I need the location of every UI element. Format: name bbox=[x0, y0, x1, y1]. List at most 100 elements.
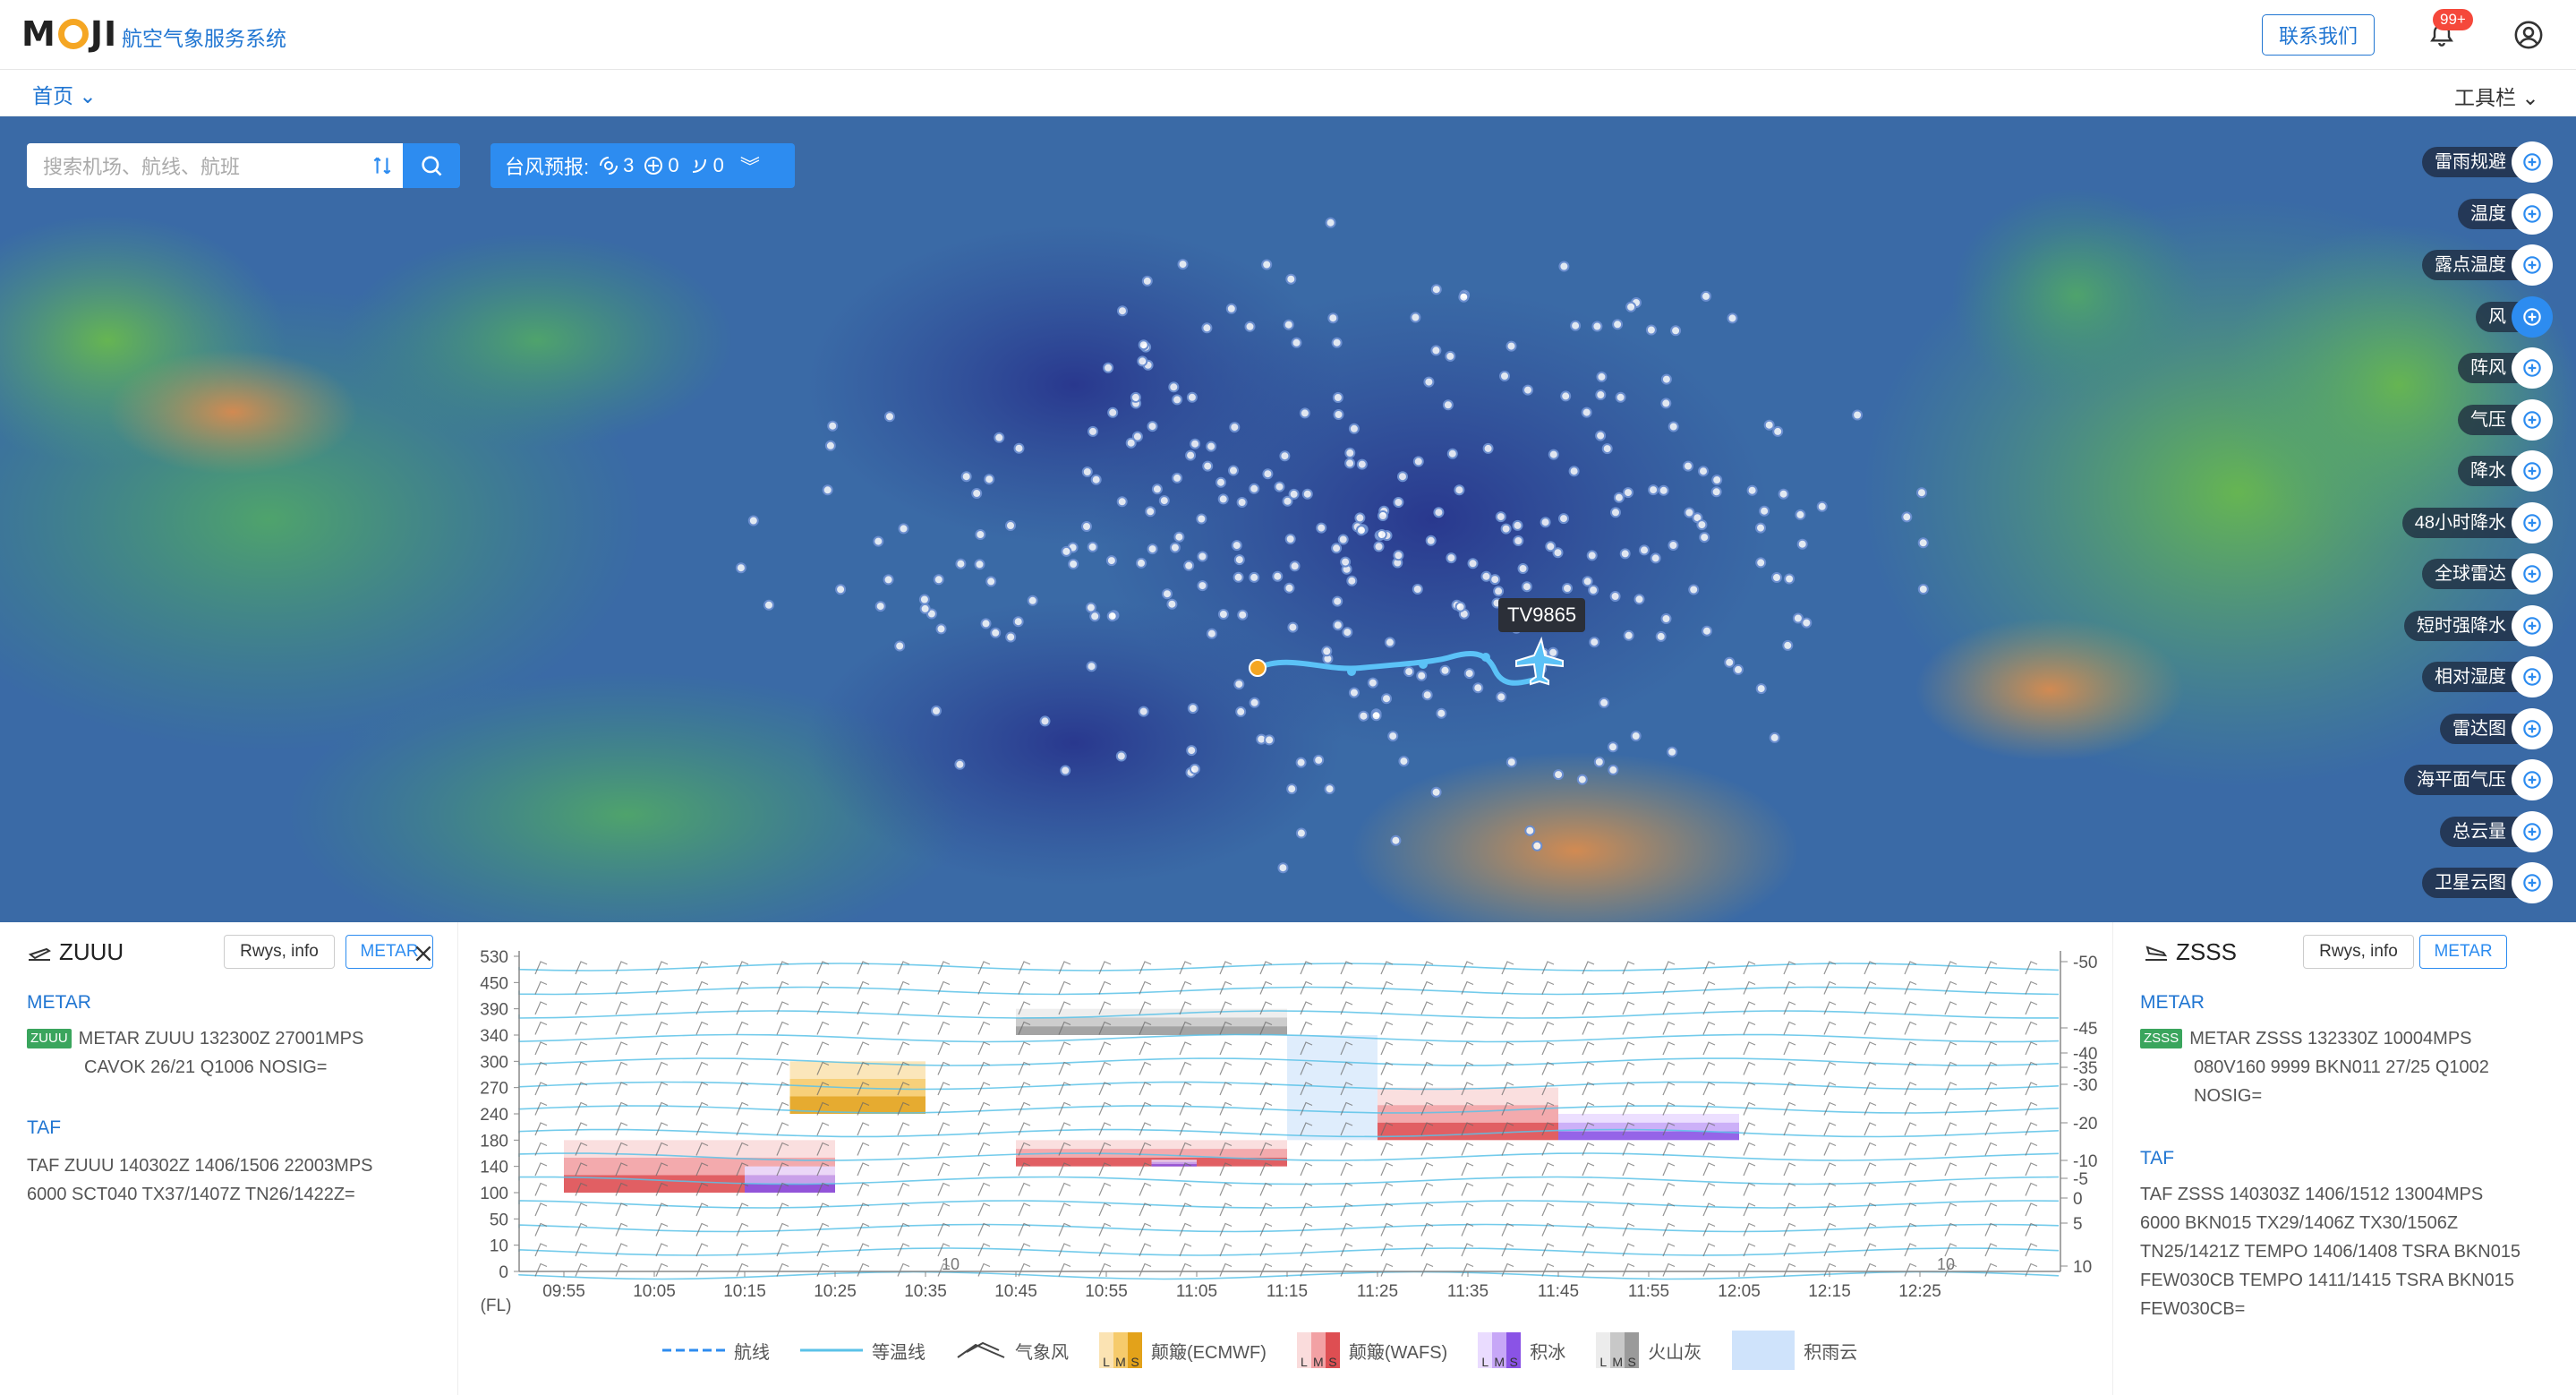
wind-barb bbox=[1461, 1182, 1474, 1196]
nav-home-tab[interactable]: 首页 ⌄ bbox=[32, 79, 97, 119]
layer-humidity[interactable]: 相对湿度 bbox=[2422, 656, 2553, 698]
layer-sea-pressure[interactable]: 海平面气压 bbox=[2404, 759, 2553, 800]
legend-item[interactable]: L M S 颠簸(ECMWF) bbox=[1099, 1332, 1267, 1368]
station-dot bbox=[1130, 391, 1141, 403]
search-button[interactable] bbox=[403, 143, 460, 188]
user-icon[interactable] bbox=[2513, 20, 2544, 50]
chevron-double-down-icon[interactable]: ︾ bbox=[740, 151, 760, 180]
layer-dewpoint[interactable]: 露点温度 bbox=[2422, 244, 2553, 286]
wind-barb bbox=[695, 1061, 709, 1075]
wind-barb bbox=[937, 980, 951, 995]
layer-radar[interactable]: 雷达图 bbox=[2440, 707, 2553, 749]
wind-barb bbox=[1984, 1001, 1998, 1015]
wind-barb bbox=[1944, 980, 1958, 995]
humidity-icon[interactable] bbox=[2512, 656, 2553, 698]
wind-barb bbox=[1179, 1202, 1192, 1217]
layer-cloud[interactable]: 总云量 bbox=[2440, 810, 2553, 852]
station-dot bbox=[1390, 834, 1402, 846]
wind-barb bbox=[575, 961, 588, 975]
station-dot bbox=[1916, 487, 1927, 499]
metar-section-title: METAR bbox=[2140, 992, 2205, 1013]
legend-item[interactable]: 航线 bbox=[662, 1338, 770, 1364]
wind-icon[interactable] bbox=[2512, 295, 2553, 338]
wind-barb bbox=[1904, 1222, 1917, 1237]
station-dot bbox=[1201, 322, 1213, 334]
layer-gust[interactable]: 阵风 bbox=[2458, 347, 2553, 389]
cloud-icon[interactable] bbox=[2512, 810, 2553, 852]
legend-level-letter: M bbox=[1492, 1332, 1507, 1368]
station-dot bbox=[1013, 442, 1025, 454]
wind-barb bbox=[1501, 1041, 1514, 1056]
station-dot bbox=[1403, 666, 1415, 678]
toolbar-menu[interactable]: 工具栏 ⌄ bbox=[2454, 81, 2539, 111]
wind-barb bbox=[1461, 1222, 1474, 1237]
station-dot bbox=[1039, 715, 1051, 727]
legend-item[interactable]: L M S 颠簸(WAFS) bbox=[1296, 1332, 1447, 1368]
layer-satellite[interactable]: 卫星云图 bbox=[2422, 862, 2553, 903]
weather-map[interactable]: 搜索机场、航线、航班 台风预报: 3 0 0 ︾ TV9865 雷雨规避 温度 露点… bbox=[0, 116, 2576, 922]
precipitation-icon[interactable] bbox=[2512, 450, 2553, 492]
layer-thermometer[interactable]: 温度 bbox=[2458, 193, 2553, 235]
wind-barb bbox=[1662, 1021, 1676, 1035]
search-box[interactable]: 搜索机场、航线、航班 bbox=[27, 143, 403, 188]
thunderstorm-icon[interactable] bbox=[2512, 141, 2553, 183]
wind-barb bbox=[1380, 1021, 1394, 1035]
y-tick-label: 270 bbox=[480, 1080, 508, 1099]
metar-button[interactable]: METAR bbox=[2419, 935, 2507, 969]
layer-heavy-rain[interactable]: 短时强降水 bbox=[2404, 604, 2553, 646]
layer-precip-48h[interactable]: 48小时降水 bbox=[2401, 501, 2553, 543]
legend-level-letter: M bbox=[1113, 1332, 1128, 1368]
legend-item[interactable]: L M S 火山灰 bbox=[1596, 1332, 1702, 1368]
rwys-info-button[interactable]: Rwys, info bbox=[224, 935, 335, 969]
precip-48h-icon[interactable] bbox=[2512, 501, 2553, 543]
station-dot bbox=[1237, 609, 1249, 620]
thermometer-icon[interactable] bbox=[2512, 193, 2553, 235]
layer-thunderstorm[interactable]: 雷雨规避 bbox=[2422, 141, 2553, 183]
station-dot bbox=[1412, 584, 1423, 595]
station-dot bbox=[1553, 769, 1565, 781]
gust-icon[interactable] bbox=[2512, 347, 2553, 389]
global-radar-icon[interactable] bbox=[2512, 553, 2553, 595]
contact-us-button[interactable]: 联系我们 bbox=[2262, 14, 2375, 56]
moji-logo[interactable]: M JI bbox=[21, 14, 117, 54]
dewpoint-icon[interactable] bbox=[2512, 244, 2553, 286]
wind-barb bbox=[1501, 1162, 1514, 1177]
station-dot bbox=[747, 515, 759, 526]
station-dot bbox=[1187, 703, 1198, 715]
wind-barb bbox=[695, 1202, 709, 1217]
layer-pressure[interactable]: 气压 bbox=[2458, 398, 2553, 441]
close-icon[interactable] bbox=[412, 942, 435, 965]
satellite-icon[interactable] bbox=[2512, 862, 2553, 903]
layer-global-radar[interactable]: 全球雷达 bbox=[2422, 553, 2553, 595]
legend-item[interactable]: L M S 积冰 bbox=[1478, 1332, 1565, 1368]
pressure-icon[interactable] bbox=[2512, 398, 2553, 441]
layer-precipitation[interactable]: 降水 bbox=[2458, 450, 2553, 492]
station-dot bbox=[1177, 259, 1189, 270]
station-dot bbox=[1327, 312, 1339, 324]
legend-item[interactable]: 等温线 bbox=[800, 1338, 925, 1364]
legend-item[interactable]: 积雨云 bbox=[1732, 1331, 1857, 1370]
wind-barb bbox=[2025, 1182, 2038, 1196]
station-dot bbox=[1421, 689, 1433, 701]
wind-barb bbox=[2025, 1162, 2038, 1177]
layer-wind[interactable]: 风 bbox=[2476, 295, 2553, 338]
legend-item[interactable]: 气象风 bbox=[956, 1338, 1069, 1364]
route-swap-icon[interactable] bbox=[371, 154, 394, 177]
wind-barb bbox=[575, 1243, 588, 1257]
rwys-info-button[interactable]: Rwys, info bbox=[2303, 935, 2414, 969]
wind-barb bbox=[1582, 1041, 1595, 1056]
wind-barb bbox=[2025, 1122, 2038, 1136]
wind-barb bbox=[1420, 1202, 1434, 1217]
typhoon-forecast-pill[interactable]: 台风预报: 3 0 0 ︾ bbox=[490, 143, 795, 188]
station-dot bbox=[1852, 409, 1864, 421]
heavy-rain-icon[interactable] bbox=[2512, 604, 2553, 646]
wind-barb bbox=[1219, 1202, 1233, 1217]
wind-barb bbox=[1461, 1021, 1474, 1035]
wind-barb bbox=[1904, 1122, 1917, 1136]
station-dot bbox=[894, 640, 906, 652]
wind-barb bbox=[1944, 1243, 1958, 1257]
wind-barb bbox=[816, 1202, 830, 1217]
sea-pressure-icon[interactable] bbox=[2512, 759, 2553, 800]
wind-barb bbox=[1139, 1262, 1152, 1277]
radar-icon[interactable] bbox=[2512, 707, 2553, 749]
